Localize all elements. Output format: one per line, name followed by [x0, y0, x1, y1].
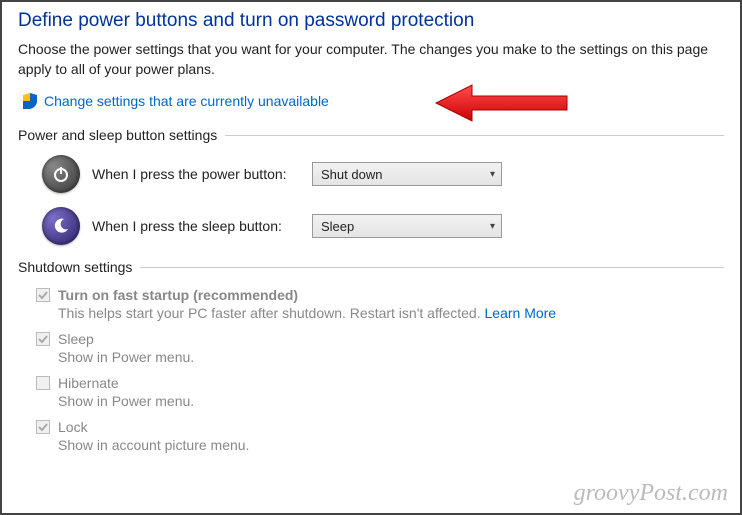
fast-startup-item: Turn on fast startup (recommended) This …: [36, 287, 724, 321]
shield-icon: [22, 93, 38, 109]
power-button-dropdown[interactable]: Shut down ▾: [312, 162, 502, 186]
sleep-button-row: When I press the sleep button: Sleep ▾: [42, 207, 724, 245]
sleep-item: Sleep Show in Power menu.: [36, 331, 724, 365]
power-button-dropdown-value: Shut down: [321, 167, 382, 182]
power-sleep-heading: Power and sleep button settings: [18, 127, 724, 143]
lock-item: Lock Show in account picture menu.: [36, 419, 724, 453]
hibernate-desc: Show in Power menu.: [58, 393, 724, 409]
power-button-row: When I press the power button: Shut down…: [42, 155, 724, 193]
hibernate-item: Hibernate Show in Power menu.: [36, 375, 724, 409]
shutdown-settings-section: Shutdown settings Turn on fast startup (…: [18, 259, 724, 453]
fast-startup-label: Turn on fast startup (recommended): [58, 287, 298, 303]
hibernate-label: Hibernate: [58, 375, 119, 391]
lock-checkbox[interactable]: [36, 420, 50, 434]
lock-label: Lock: [58, 419, 88, 435]
intro-text: Choose the power settings that you want …: [18, 40, 724, 79]
fast-startup-checkbox[interactable]: [36, 288, 50, 302]
sleep-checkbox[interactable]: [36, 332, 50, 346]
chevron-down-icon: ▾: [490, 221, 495, 232]
power-sleep-section: Power and sleep button settings When I p…: [18, 127, 724, 245]
learn-more-link[interactable]: Learn More: [485, 305, 557, 321]
chevron-down-icon: ▾: [490, 169, 495, 180]
sleep-button-label: When I press the sleep button:: [92, 218, 312, 234]
change-settings-row: Change settings that are currently unava…: [22, 93, 724, 109]
fast-startup-desc: This helps start your PC faster after sh…: [58, 305, 724, 321]
change-settings-link[interactable]: Change settings that are currently unava…: [44, 93, 329, 109]
lock-desc: Show in account picture menu.: [58, 437, 724, 453]
heading-divider: [225, 135, 724, 136]
power-icon: [42, 155, 80, 193]
sleep-button-dropdown[interactable]: Sleep ▾: [312, 214, 502, 238]
shutdown-list: Turn on fast startup (recommended) This …: [36, 287, 724, 453]
sleep-icon: [42, 207, 80, 245]
red-arrow-annotation: [432, 81, 572, 128]
hibernate-checkbox[interactable]: [36, 376, 50, 390]
shutdown-heading: Shutdown settings: [18, 259, 724, 275]
watermark: groovyPost.com: [574, 480, 728, 507]
page-title: Define power buttons and turn on passwor…: [18, 10, 724, 32]
shutdown-heading-text: Shutdown settings: [18, 259, 140, 275]
sleep-label: Sleep: [58, 331, 94, 347]
sleep-desc: Show in Power menu.: [58, 349, 724, 365]
power-button-label: When I press the power button:: [92, 166, 312, 182]
sleep-button-dropdown-value: Sleep: [321, 219, 354, 234]
fast-startup-desc-text: This helps start your PC faster after sh…: [58, 305, 485, 321]
power-sleep-heading-text: Power and sleep button settings: [18, 127, 225, 143]
heading-divider: [140, 267, 724, 268]
